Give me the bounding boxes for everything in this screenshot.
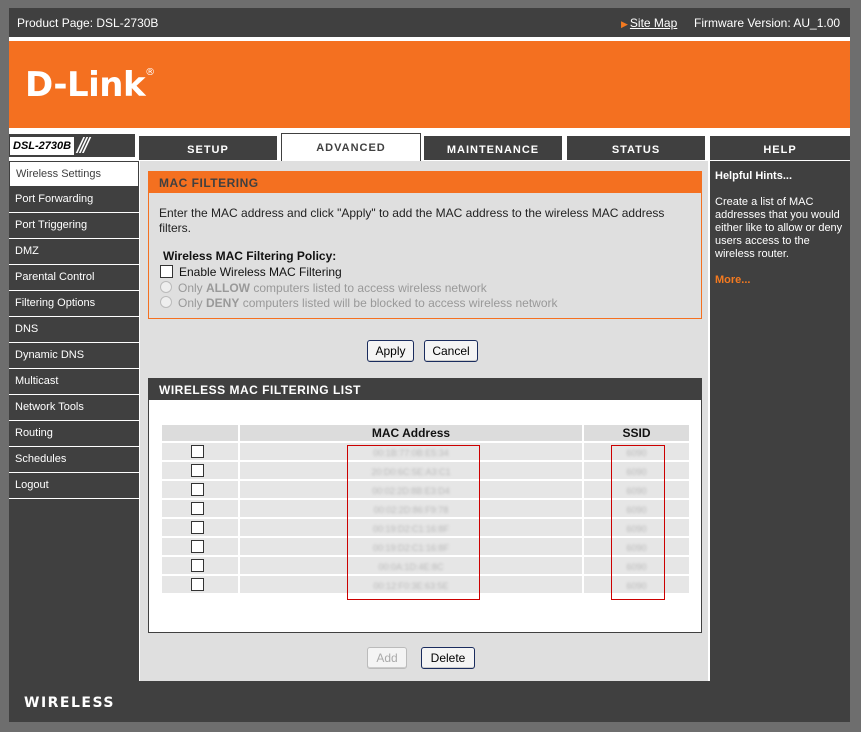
arrow-right-icon: ▶ <box>621 19 628 29</box>
sidebar: Wireless Settings Port Forwarding Port T… <box>9 161 139 681</box>
deny-option[interactable]: Only DENY computers listed will be block… <box>160 296 558 310</box>
cancel-button[interactable]: Cancel <box>424 340 478 362</box>
mac-filtering-title: MAC FILTERING <box>149 172 701 193</box>
mac-filtering-panel: MAC FILTERING Enter the MAC address and … <box>148 171 702 319</box>
row-select-cell <box>162 557 238 574</box>
ssid-column-header: SSID <box>584 425 689 441</box>
hints-text: Create a list of MAC addresses that you … <box>715 196 843 260</box>
row-checkbox[interactable] <box>190 520 204 534</box>
allow-suffix: computers listed to access wireless netw… <box>250 281 487 295</box>
mac-filtering-list-panel: WIRELESS MAC FILTERING LIST MAC Address … <box>148 378 702 633</box>
row-select-cell <box>162 576 238 593</box>
router-admin-page: Product Page: DSL-2730B ▶ Site Map Firmwa… <box>9 8 850 722</box>
footer-bar: WIRELESS <box>9 681 850 722</box>
enable-filtering-checkbox[interactable] <box>160 265 173 278</box>
sidebar-item-dmz[interactable]: DMZ <box>9 239 139 265</box>
sidebar-item-multicast[interactable]: Multicast <box>9 369 139 395</box>
row-checkbox[interactable] <box>190 577 204 591</box>
sidebar-item-wireless-settings[interactable]: Wireless Settings <box>9 161 139 187</box>
sidebar-item-filtering-options[interactable]: Filtering Options <box>9 291 139 317</box>
enable-filtering-label: Enable Wireless MAC Filtering <box>179 265 342 279</box>
add-button[interactable]: Add <box>367 647 407 669</box>
allow-option[interactable]: Only ALLOW computers listed to access wi… <box>160 281 487 295</box>
site-map-link[interactable]: ▶ Site Map <box>621 16 677 30</box>
sidebar-item-dynamic-dns[interactable]: Dynamic DNS <box>9 343 139 369</box>
hints-title: Helpful Hints... <box>715 170 792 182</box>
row-checkbox[interactable] <box>190 558 204 572</box>
select-column-header <box>162 425 238 441</box>
mac-filtering-description: Enter the MAC address and click "Apply" … <box>159 206 665 235</box>
sidebar-item-schedules[interactable]: Schedules <box>9 447 139 473</box>
enable-filtering-option[interactable]: Enable Wireless MAC Filtering <box>160 265 342 279</box>
site-map-label: Site Map <box>629 16 678 30</box>
logo-text: D-Link <box>25 65 146 105</box>
row-select-cell <box>162 538 238 555</box>
sidebar-item-parental-control[interactable]: Parental Control <box>9 265 139 291</box>
mac-redaction-outline <box>347 445 480 600</box>
row-checkbox[interactable] <box>190 501 204 515</box>
product-page-label: Product Page: DSL-2730B <box>17 16 159 30</box>
sidebar-item-network-tools[interactable]: Network Tools <box>9 395 139 421</box>
tab-help[interactable]: HELP <box>710 136 850 160</box>
brand-banner: D-Link® <box>9 41 850 128</box>
firmware-version: Firmware Version: AU_1.00 <box>694 16 841 30</box>
row-select-cell <box>162 500 238 517</box>
ssid-redaction-outline <box>611 445 665 600</box>
top-bar: Product Page: DSL-2730B ▶ Site Map Firmwa… <box>9 8 850 37</box>
registered-mark: ® <box>145 67 155 78</box>
deny-suffix: computers listed will be blocked to acce… <box>239 296 558 310</box>
dlink-logo: D-Link® <box>25 65 155 105</box>
deny-prefix: Only <box>178 296 207 310</box>
sidebar-item-port-triggering[interactable]: Port Triggering <box>9 213 139 239</box>
policy-label: Wireless MAC Filtering Policy: <box>163 249 337 263</box>
deny-radio[interactable] <box>160 296 172 308</box>
mac-address-column-header: MAC Address <box>240 425 582 441</box>
main-content: MAC FILTERING Enter the MAC address and … <box>140 161 708 681</box>
row-checkbox[interactable] <box>190 463 204 477</box>
sidebar-item-port-forwarding[interactable]: Port Forwarding <box>9 187 139 213</box>
row-checkbox[interactable] <box>190 539 204 553</box>
tab-setup[interactable]: SETUP <box>139 136 277 160</box>
row-select-cell <box>162 462 238 479</box>
model-name: DSL-2730B <box>9 136 76 156</box>
row-select-cell <box>162 481 238 498</box>
apply-button[interactable]: Apply <box>367 340 414 362</box>
allow-radio[interactable] <box>160 281 172 293</box>
tab-maintenance[interactable]: MAINTENANCE <box>424 136 562 160</box>
allow-keyword: ALLOW <box>206 281 251 295</box>
sidebar-item-routing[interactable]: Routing <box>9 421 139 447</box>
wireless-label: WIRELESS <box>24 695 116 711</box>
tab-status[interactable]: STATUS <box>567 136 705 160</box>
list-title: WIRELESS MAC FILTERING LIST <box>149 379 701 400</box>
more-link[interactable]: More... <box>715 274 750 286</box>
tab-advanced[interactable]: ADVANCED <box>281 133 421 161</box>
table-header-row: MAC Address SSID <box>162 425 689 441</box>
slash-decoration-icon: /// <box>77 133 89 158</box>
model-badge: DSL-2730B /// <box>9 134 135 157</box>
sidebar-item-dns[interactable]: DNS <box>9 317 139 343</box>
helpful-hints-panel: Helpful Hints... Create a list of MAC ad… <box>710 161 850 681</box>
row-checkbox[interactable] <box>190 482 204 496</box>
row-select-cell <box>162 443 238 460</box>
row-checkbox[interactable] <box>190 444 204 458</box>
allow-prefix: Only <box>178 281 207 295</box>
nav-row: DSL-2730B /// SETUP ADVANCED MAINTENANCE… <box>9 131 850 161</box>
row-select-cell <box>162 519 238 536</box>
deny-keyword: DENY <box>206 296 240 310</box>
delete-button[interactable]: Delete <box>421 647 475 669</box>
sidebar-item-logout[interactable]: Logout <box>9 473 139 499</box>
